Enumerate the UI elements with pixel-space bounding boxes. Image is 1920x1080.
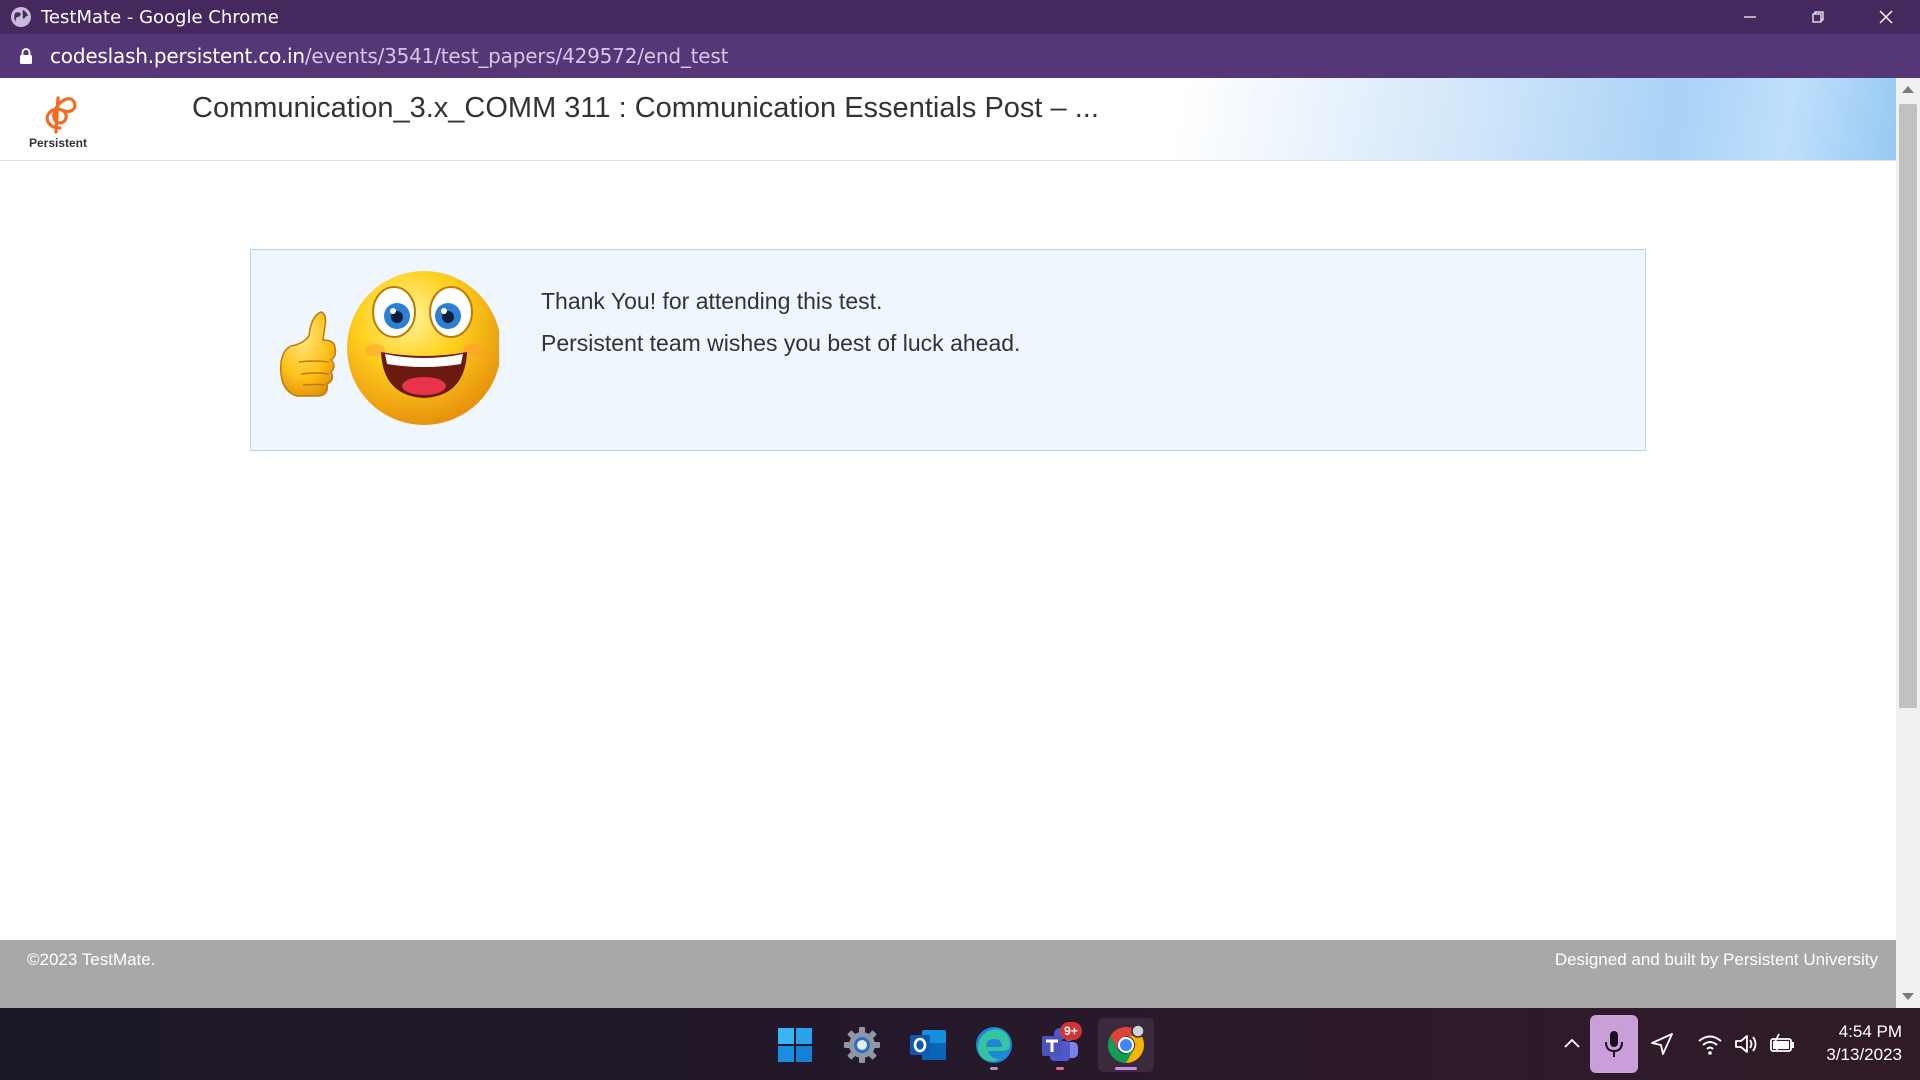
window-title: TestMate - Google Chrome (41, 6, 279, 28)
location-arrow-icon[interactable] (1648, 1030, 1676, 1058)
edge-running-indicator (990, 1067, 998, 1070)
restore-button[interactable] (1784, 0, 1852, 34)
clock-date: 3/13/2023 (1826, 1045, 1902, 1064)
microphone-icon (1605, 1031, 1623, 1057)
page-footer: ©2023 TestMate. Designed and built by Pe… (0, 940, 1896, 1008)
copyright-text: ©2023 TestMate. (27, 950, 156, 969)
chevron-up-icon[interactable] (1560, 1032, 1584, 1056)
persistent-logo-mark (45, 96, 77, 134)
scroll-up-arrow-icon[interactable] (1902, 86, 1914, 93)
scroll-down-arrow-icon[interactable] (1902, 993, 1914, 1000)
thumbs-up-smiley-icon (279, 271, 499, 425)
vertical-scrollbar[interactable] (1896, 78, 1920, 1008)
persistent-logo: Persistent (26, 84, 90, 154)
teams-notification-badge: 9+ (1060, 1022, 1082, 1040)
url-text[interactable]: codeslash.persistent.co.in/events/3541/t… (50, 44, 728, 68)
page-header: Persistent Communication_3.x_COMM 311 : … (0, 78, 1896, 161)
thank-you-card: Thank You! for attending this test. Pers… (250, 249, 1646, 451)
lock-icon[interactable] (18, 47, 34, 65)
clock-time: 4:54 PM (1838, 1022, 1902, 1041)
page: Persistent Communication_3.x_COMM 311 : … (0, 78, 1896, 1008)
window-controls (1716, 0, 1920, 34)
taskbar-settings-button[interactable] (834, 1018, 890, 1072)
restore-icon (1812, 11, 1824, 23)
logo-text: Persistent (28, 136, 88, 150)
chrome-icon (1107, 1025, 1145, 1063)
system-clock[interactable]: 4:54 PM 3/13/2023 (1802, 1020, 1902, 1066)
thank-you-message: Thank You! for attending this test. (541, 288, 883, 314)
outlook-icon (910, 1030, 946, 1060)
minimize-button[interactable] (1716, 0, 1784, 34)
url-host: codeslash.persistent.co.in (50, 44, 305, 68)
url-path: /events/3541/test_papers/429572/end_test (304, 44, 729, 68)
wifi-icon[interactable] (1696, 1030, 1724, 1058)
battery-charging-icon[interactable] (1768, 1030, 1796, 1058)
close-button[interactable] (1852, 0, 1920, 34)
microphone-button[interactable] (1590, 1015, 1638, 1073)
chrome-active-indicator (1115, 1067, 1137, 1070)
teams-running-indicator (1056, 1067, 1064, 1070)
taskbar-outlook-button[interactable] (900, 1018, 956, 1072)
volume-icon[interactable] (1732, 1030, 1760, 1058)
page-title: Communication_3.x_COMM 311 : Communicati… (192, 92, 1099, 124)
globe-icon (11, 7, 31, 27)
taskbar-chrome-button[interactable] (1098, 1018, 1154, 1072)
gear-icon (844, 1027, 880, 1063)
taskbar-teams-button[interactable]: 9+ (1032, 1018, 1088, 1072)
address-bar[interactable]: codeslash.persistent.co.in/events/3541/t… (0, 34, 1920, 78)
screen: TestMate - Google Chrome codeslash.persi… (0, 0, 1920, 1080)
edge-icon (976, 1027, 1012, 1063)
close-icon (1879, 10, 1893, 24)
scrollbar-thumb[interactable] (1899, 104, 1917, 708)
best-wishes-message: Persistent team wishes you best of luck … (541, 330, 1021, 356)
taskbar-edge-button[interactable] (966, 1018, 1022, 1072)
windows-start-icon (778, 1028, 812, 1062)
minimize-icon (1744, 16, 1756, 18)
credit-text: Designed and built by Persistent Univers… (1554, 950, 1878, 969)
taskbar-start-button[interactable] (767, 1018, 823, 1072)
browser-title-bar: TestMate - Google Chrome (0, 0, 1920, 34)
